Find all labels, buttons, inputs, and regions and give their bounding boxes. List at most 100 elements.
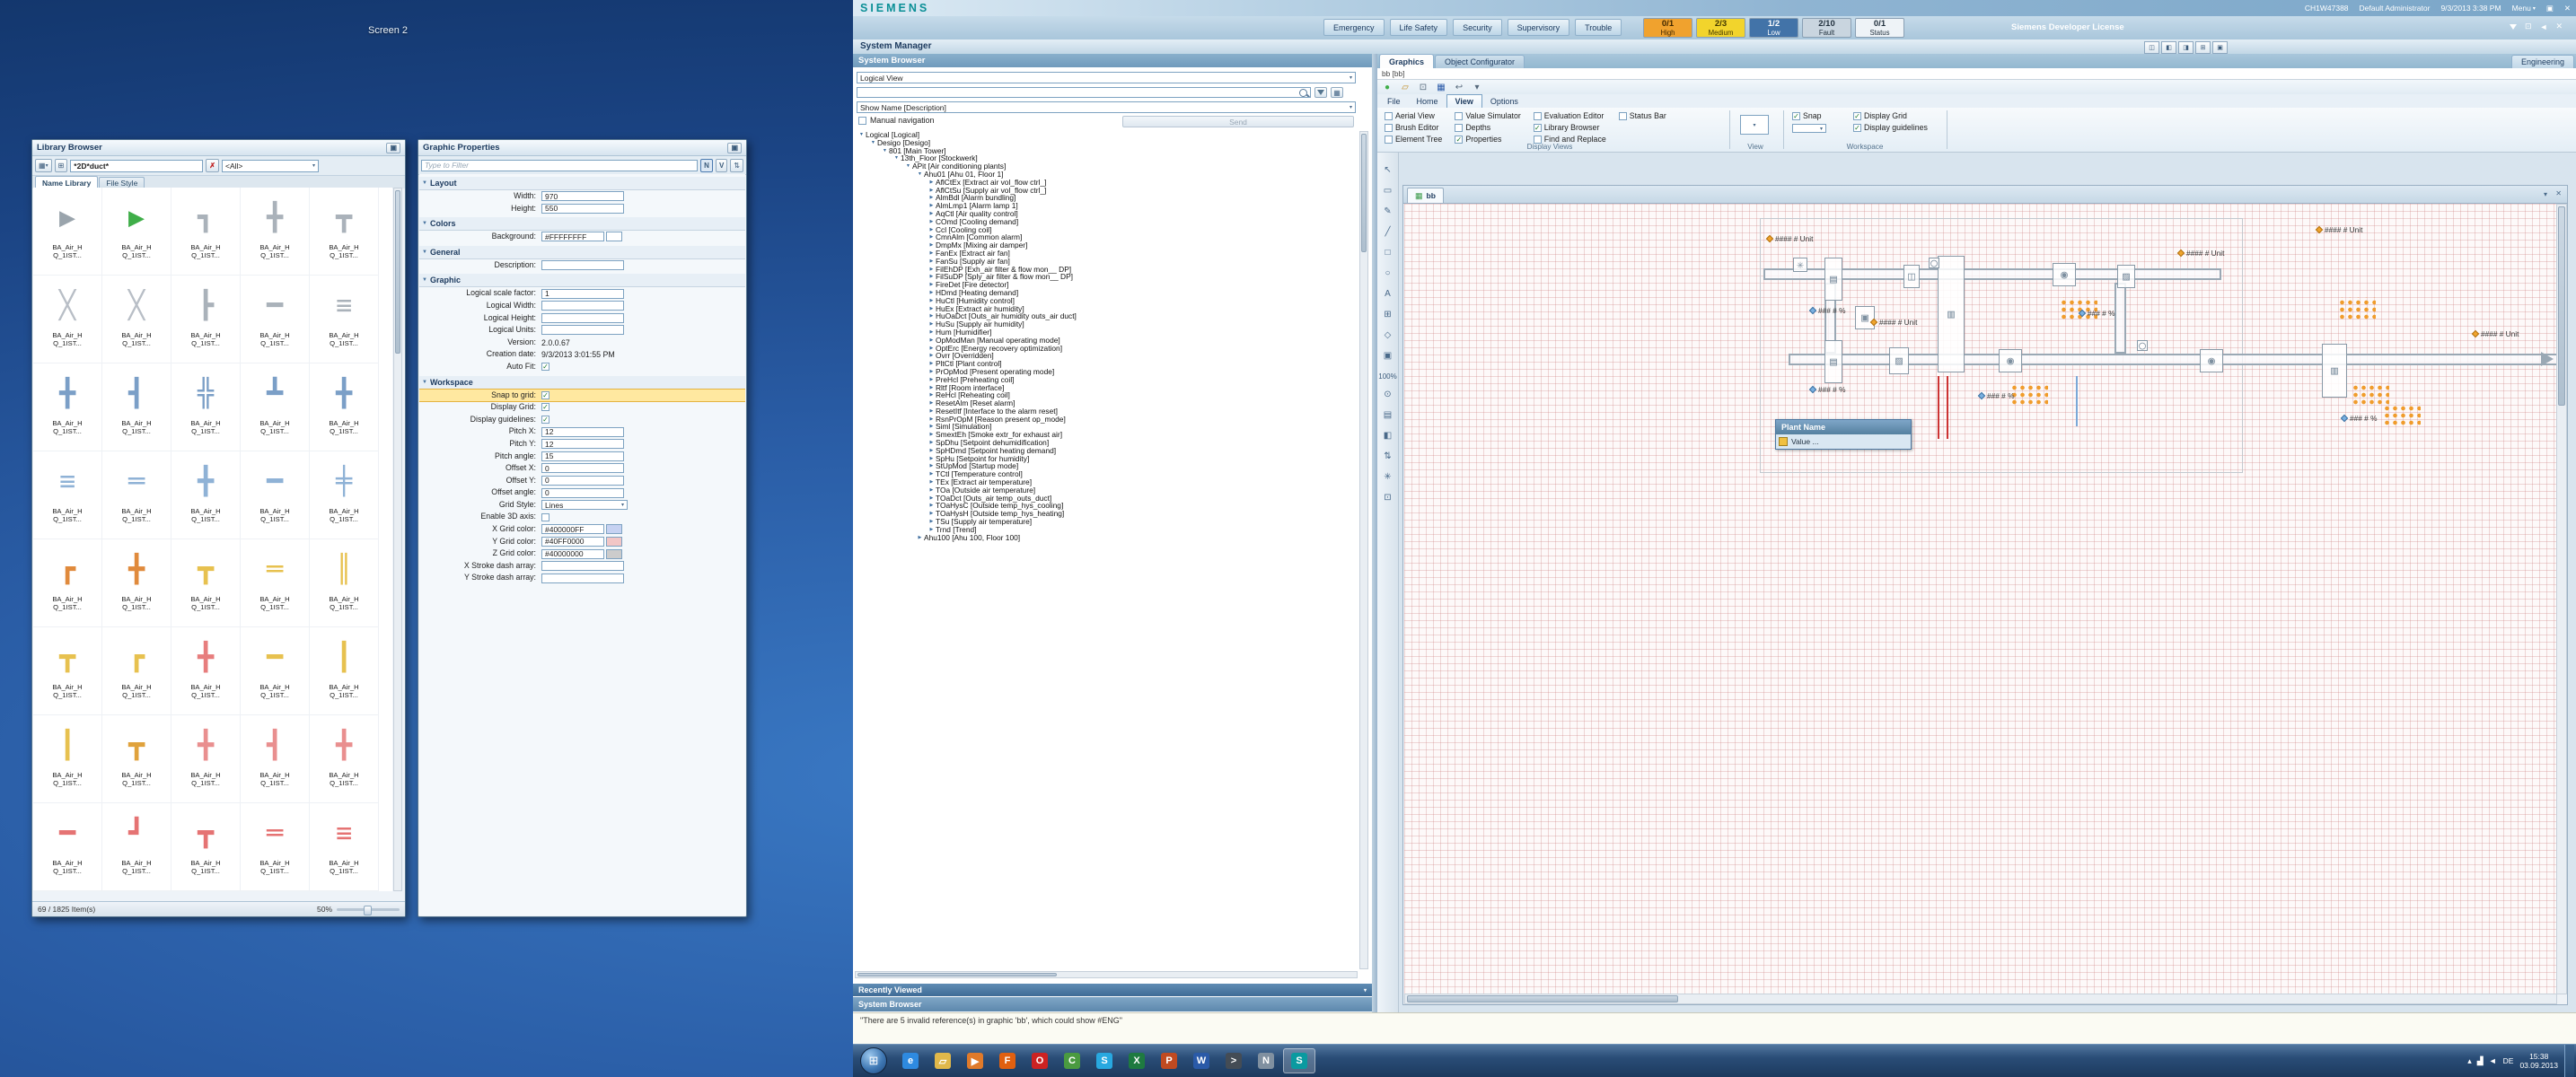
expand-icon[interactable]: ▼ ▶ bbox=[928, 455, 936, 463]
alarm-counter[interactable]: 0/1 Status bbox=[1855, 18, 1904, 38]
property-input[interactable] bbox=[541, 561, 624, 571]
layout-view-button[interactable]: ◧ bbox=[2161, 41, 2176, 54]
expand-icon[interactable]: ▼ ▶ bbox=[928, 187, 936, 195]
tree-item[interactable]: ▼ ▶ HDmd [Heating demand] bbox=[855, 289, 1358, 297]
layout-view-button[interactable]: ⊞ bbox=[2195, 41, 2211, 54]
expand-icon[interactable]: ▼ ▶ bbox=[928, 202, 936, 210]
send-button[interactable]: Send bbox=[1122, 116, 1354, 127]
tree-item[interactable]: ▼ ▶ Ovrr [Overridden] bbox=[855, 352, 1358, 360]
property-input[interactable]: 970 bbox=[541, 191, 624, 201]
show-desktop-button[interactable] bbox=[2564, 1045, 2574, 1077]
expand-icon[interactable]: ▼ ▶ bbox=[928, 407, 936, 416]
tree-item[interactable]: ▼ ▶ FanEx [Extract air fan] bbox=[855, 250, 1358, 258]
property-input[interactable]: 12 bbox=[541, 439, 624, 449]
tree-item[interactable]: ▼ ▶ AflCtEx [Extract air vol_flow ctrl_] bbox=[855, 179, 1358, 187]
expand-icon[interactable]: ▼ ▶ bbox=[928, 250, 936, 258]
taskbar-clock[interactable]: 15:38 03.09.2013 bbox=[2519, 1052, 2558, 1071]
tool-icon[interactable]: ▤ bbox=[1379, 407, 1397, 423]
canvas-vertical-scrollbar[interactable] bbox=[2556, 204, 2567, 994]
library-item[interactable]: ┣ BA_Air_H Q_1IST... bbox=[171, 276, 241, 363]
tool-icon[interactable]: ⊡ bbox=[1379, 489, 1397, 505]
save-search-button[interactable]: ▦ bbox=[1331, 87, 1343, 98]
library-tab[interactable]: Name Library bbox=[35, 176, 98, 188]
expand-icon[interactable]: ▼ ▶ bbox=[928, 391, 936, 399]
library-item[interactable]: ╳ BA_Air_H Q_1IST... bbox=[33, 276, 102, 363]
expand-icon[interactable]: ▼ ▶ bbox=[869, 139, 877, 147]
color-swatch[interactable] bbox=[606, 232, 622, 241]
taskbar-app-icon[interactable]: ▱ bbox=[928, 1049, 958, 1073]
property-input[interactable]: 0 bbox=[541, 476, 624, 486]
tree-item[interactable]: ▼ ▶ RsnPrOpM [Reason present op_mode] bbox=[855, 416, 1358, 424]
tool-icon[interactable]: ▭ bbox=[1379, 182, 1397, 198]
scrollbar-thumb[interactable] bbox=[857, 973, 1057, 976]
library-item[interactable]: ═ BA_Air_H Q_1IST... bbox=[102, 451, 171, 539]
tool-icon[interactable]: ○ bbox=[1379, 265, 1397, 281]
tree-item[interactable]: ▼ ▶ Logical [Logical] bbox=[855, 131, 1358, 139]
properties-filter-input[interactable] bbox=[421, 160, 698, 171]
unit-value-label[interactable]: #### # Unit bbox=[1871, 318, 1917, 327]
toolbar-icon[interactable]: ▦ bbox=[1435, 83, 1447, 92]
expand-icon[interactable]: ▼ ▶ bbox=[928, 218, 936, 226]
expand-icon[interactable]: ▼ ▶ bbox=[928, 518, 936, 526]
expand-icon[interactable]: ▼ ▶ bbox=[928, 384, 936, 392]
section-header-graphic[interactable]: ▼ Graphic bbox=[419, 274, 745, 287]
expand-icon[interactable]: ▼ ▶ bbox=[928, 337, 936, 345]
scrollbar-thumb[interactable] bbox=[395, 190, 400, 354]
taskbar-app-icon[interactable]: W bbox=[1186, 1049, 1217, 1073]
hvac-component[interactable]: ○ bbox=[1929, 258, 1939, 268]
library-item[interactable]: ╋ BA_Air_H Q_1IST... bbox=[310, 363, 379, 451]
zoom-slider[interactable] bbox=[337, 908, 400, 911]
tree-item[interactable]: ▼ ▶ ResetItf [Interface to the alarm res… bbox=[855, 407, 1358, 416]
tree-item[interactable]: ▼ ▶ ResetAlm [Reset alarm] bbox=[855, 399, 1358, 407]
tree-item[interactable]: ▼ ▶ AlmLmp1 [Alarm lamp 1] bbox=[855, 202, 1358, 210]
toolbar-icon[interactable]: ↩ bbox=[1453, 83, 1465, 92]
print-icon[interactable]: ⊡ bbox=[2525, 22, 2532, 31]
expand-icon[interactable]: ▼ ▶ bbox=[928, 495, 936, 503]
ribbon-checkbox[interactable]: ✓ Status Bar bbox=[1619, 110, 1666, 121]
recently-viewed-bar[interactable]: Recently Viewed ▾ bbox=[853, 984, 1372, 996]
library-item[interactable]: ╋ BA_Air_H Q_1IST... bbox=[310, 715, 379, 803]
tree-item[interactable]: ▼ ▶ PrOpMod [Present operating mode] bbox=[855, 368, 1358, 376]
tree-item[interactable]: ▼ ▶ Hum [Humidifier] bbox=[855, 328, 1358, 337]
plant-info-box[interactable]: Plant Name Value ... bbox=[1775, 419, 1912, 450]
percent-value-label[interactable]: ### # % bbox=[1810, 385, 1845, 394]
library-item[interactable]: ╳ BA_Air_H Q_1IST... bbox=[102, 276, 171, 363]
library-filter-input[interactable] bbox=[70, 160, 203, 172]
tool-icon[interactable]: ◧ bbox=[1379, 427, 1397, 443]
section-header-workspace[interactable]: ▼ Workspace bbox=[419, 376, 745, 390]
hvac-component[interactable]: ▤ bbox=[1824, 340, 1842, 383]
system-browser-bottom-bar[interactable]: System Browser bbox=[853, 997, 1372, 1011]
library-item[interactable]: ╪ BA_Air_H Q_1IST... bbox=[310, 451, 379, 539]
toolbar-icon[interactable]: ▾ bbox=[1471, 83, 1483, 92]
section-header-colors[interactable]: ▼ Colors bbox=[419, 217, 745, 231]
tree-item[interactable]: ▼ ▶ TEx [Extract air temperature] bbox=[855, 478, 1358, 486]
view-dropdown-button[interactable]: ▾ bbox=[1740, 115, 1769, 135]
property-input[interactable]: 12 bbox=[541, 427, 624, 437]
color-value-input[interactable]: #FFFFFFFF bbox=[541, 232, 604, 241]
taskbar-app-icon[interactable]: F bbox=[992, 1049, 1023, 1073]
library-item[interactable]: ╋ BA_Air_H Q_1IST... bbox=[171, 715, 241, 803]
property-checkbox[interactable]: ✓ bbox=[541, 391, 549, 399]
color-swatch[interactable] bbox=[606, 537, 622, 547]
ribbon-checkbox[interactable]: ✓ Evaluation Editor bbox=[1534, 110, 1606, 121]
grid-view-button[interactable]: ⊞ bbox=[55, 159, 68, 172]
library-item[interactable]: ═ BA_Air_H Q_1IST... bbox=[241, 539, 310, 627]
percent-value-label[interactable]: ### # % bbox=[2079, 309, 2114, 318]
property-select[interactable]: Lines▾ bbox=[541, 500, 628, 510]
hvac-component[interactable]: ○ bbox=[2137, 340, 2148, 351]
library-item[interactable]: ▶ BA_Air_H Q_1IST... bbox=[102, 188, 171, 276]
library-item[interactable]: ━ BA_Air_H Q_1IST... bbox=[241, 451, 310, 539]
property-input[interactable] bbox=[541, 260, 624, 270]
unit-value-label[interactable]: #### # Unit bbox=[2178, 249, 2224, 258]
expand-icon[interactable]: ▼ ▶ bbox=[928, 447, 936, 455]
property-input[interactable]: 550 bbox=[541, 204, 624, 214]
taskbar-app-icon[interactable]: X bbox=[1121, 1049, 1152, 1073]
expand-icon[interactable]: ▼ ▶ bbox=[928, 478, 936, 486]
library-item[interactable]: ┳ BA_Air_H Q_1IST... bbox=[33, 627, 102, 715]
ribbon-tab[interactable]: File bbox=[1379, 95, 1409, 108]
property-input[interactable] bbox=[541, 301, 624, 311]
expand-icon[interactable]: ▼ ▶ bbox=[928, 320, 936, 328]
library-item[interactable]: ┳ BA_Air_H Q_1IST... bbox=[102, 715, 171, 803]
taskbar-app-icon[interactable]: S bbox=[1283, 1048, 1315, 1073]
library-item[interactable]: ═ BA_Air_H Q_1IST... bbox=[241, 803, 310, 891]
